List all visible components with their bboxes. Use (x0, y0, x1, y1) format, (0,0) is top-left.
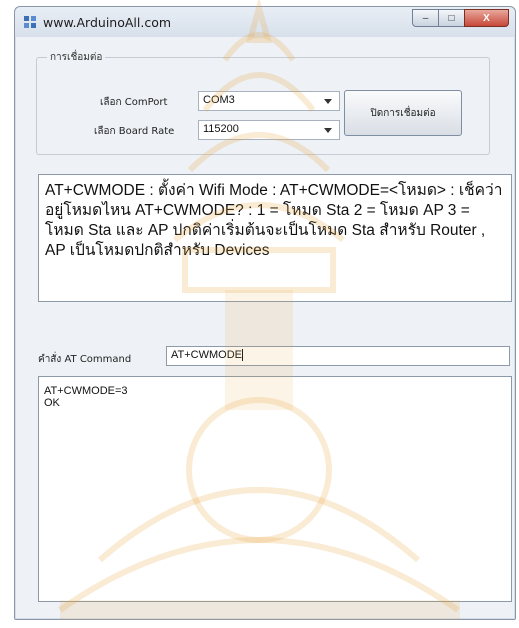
window-controls: – □ X (412, 9, 509, 27)
maximize-button[interactable]: □ (438, 9, 465, 27)
comport-value: COM3 (203, 94, 235, 106)
comport-label: เลือก ComPort (100, 97, 168, 108)
chevron-down-icon (324, 99, 332, 104)
close-button[interactable]: X (464, 9, 509, 27)
disconnect-button[interactable]: ปิดการเชื่อมต่อ (344, 90, 462, 136)
title-bar[interactable]: www.ArduinoAll.com – □ X (15, 7, 515, 37)
window-title: www.ArduinoAll.com (43, 15, 172, 30)
output-line: OK (44, 397, 60, 409)
at-command-value: AT+CWMODE (171, 349, 242, 361)
at-command-label: คำสั่ง AT Command (38, 354, 132, 365)
baud-rate-value: 115200 (203, 123, 239, 135)
chevron-down-icon (324, 128, 332, 133)
connection-group-title: การเชื่อมต่อ (47, 50, 106, 65)
app-icon (24, 16, 36, 28)
comport-select[interactable]: COM3 (198, 91, 340, 111)
baud-rate-select[interactable]: 115200 (198, 120, 340, 140)
text-caret (242, 349, 243, 362)
at-command-input[interactable]: AT+CWMODE (166, 346, 510, 366)
serial-output-box[interactable]: AT+CWMODE=3 OK (38, 376, 512, 602)
output-line: AT+CWMODE=3 (44, 385, 128, 397)
minimize-button[interactable]: – (412, 9, 439, 27)
command-info-textbox[interactable]: AT+CWMODE : ตั้งค่า Wifi Mode : AT+CWMOD… (38, 174, 512, 302)
baud-rate-label: เลือก Board Rate (94, 126, 175, 137)
